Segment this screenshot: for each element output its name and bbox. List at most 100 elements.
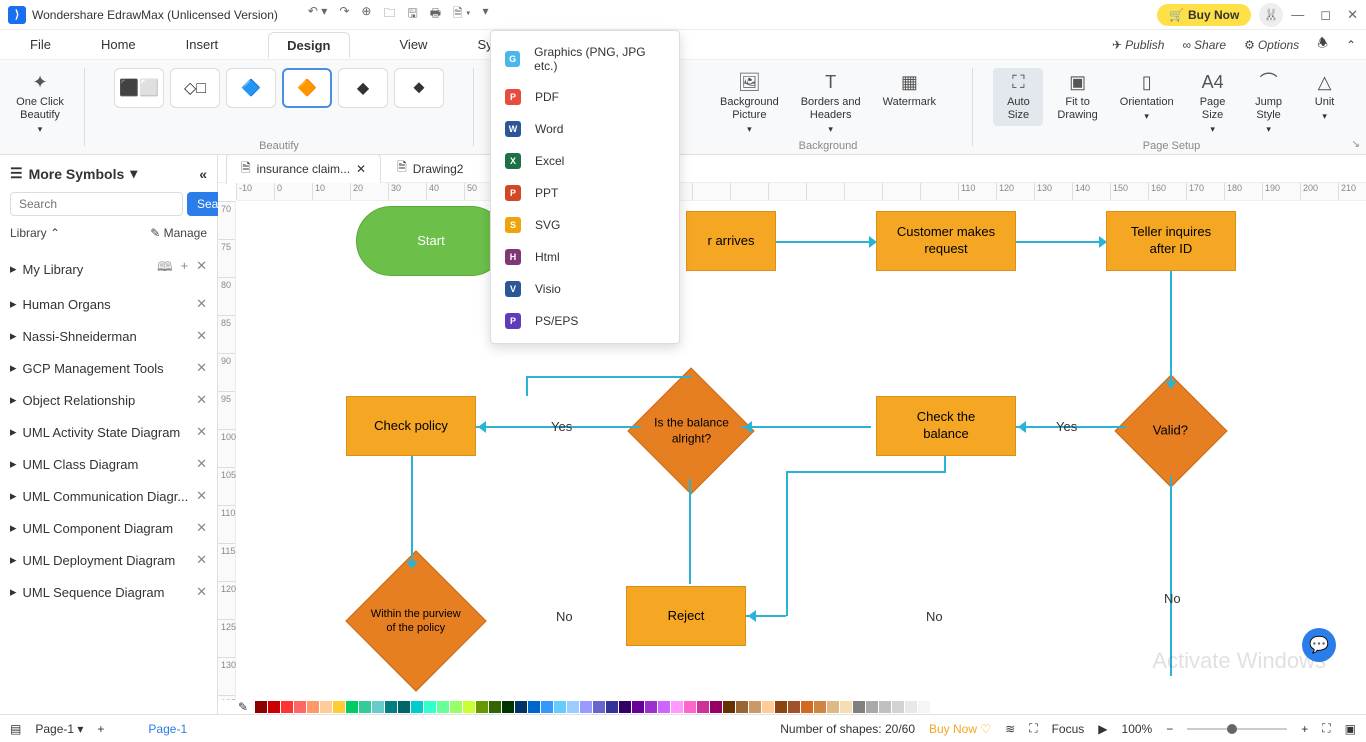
color-swatch[interactable] <box>398 701 410 713</box>
minimize-icon[interactable]: — <box>1291 7 1304 23</box>
maximize-icon[interactable]: ◻ <box>1320 7 1331 23</box>
remove-lib-icon[interactable]: ✕ <box>196 456 207 472</box>
color-swatch[interactable] <box>424 701 436 713</box>
color-swatch[interactable] <box>671 701 683 713</box>
color-swatch[interactable] <box>541 701 553 713</box>
color-swatch[interactable] <box>775 701 787 713</box>
color-swatch[interactable] <box>489 701 501 713</box>
color-swatch[interactable] <box>723 701 735 713</box>
add-page-icon[interactable]: + <box>97 722 104 736</box>
remove-lib-icon[interactable]: ✕ <box>196 328 207 344</box>
remove-lib-icon[interactable]: ✕ <box>196 584 207 600</box>
more-icon[interactable]: ▾ <box>482 4 488 25</box>
menu-file[interactable]: File <box>30 37 51 52</box>
remove-lib-icon[interactable]: ✕ <box>196 360 207 376</box>
one-click-beautify-button[interactable]: ✦ One Click Beautify ▾ <box>8 68 72 139</box>
undo-icon[interactable]: ↶ ▾ <box>308 4 327 25</box>
options-button[interactable]: ⚙ Options <box>1244 38 1299 52</box>
hamburger-icon[interactable]: ☰ <box>10 165 23 182</box>
export-item-excel[interactable]: XExcel <box>491 145 679 177</box>
fit-to-drawing-button[interactable]: ▣ Fit to Drawing <box>1049 68 1105 126</box>
export-item-graphicspngjpgetc[interactable]: GGraphics (PNG, JPG etc.) <box>491 37 679 81</box>
color-swatch[interactable] <box>710 701 722 713</box>
lib-item[interactable]: ▸Object Relationship✕ <box>0 384 217 416</box>
color-swatch[interactable] <box>658 701 670 713</box>
color-swatch[interactable] <box>892 701 904 713</box>
color-swatch[interactable] <box>580 701 592 713</box>
lib-item[interactable]: ▸UML Activity State Diagram✕ <box>0 416 217 448</box>
color-swatch[interactable] <box>385 701 397 713</box>
background-picture-button[interactable]: 🖼 Background Picture▾ <box>712 68 787 139</box>
color-swatch[interactable] <box>632 701 644 713</box>
borders-headers-button[interactable]: T Borders and Headers▾ <box>793 68 869 139</box>
new-icon[interactable]: ⊕ <box>361 4 371 25</box>
zoom-out-icon[interactable]: − <box>1166 722 1173 736</box>
color-swatch[interactable] <box>697 701 709 713</box>
style-preset-2[interactable]: ◇□ <box>170 68 220 108</box>
style-preset-6[interactable]: ⬥ <box>394 68 444 108</box>
save-icon[interactable]: 🖫 <box>407 4 417 25</box>
book-icon[interactable]: 🕮 <box>157 258 172 280</box>
plus-icon[interactable]: + <box>181 258 189 280</box>
search-input[interactable] <box>10 192 183 216</box>
color-swatch[interactable] <box>749 701 761 713</box>
jump-style-button[interactable]: ⌒ Jump Style▾ <box>1244 68 1294 139</box>
color-swatch[interactable] <box>372 701 384 713</box>
remove-lib-icon[interactable]: ✕ <box>196 424 207 440</box>
color-swatch[interactable] <box>684 701 696 713</box>
close-tab-icon[interactable]: ✕ <box>356 162 366 176</box>
color-swatch[interactable] <box>788 701 800 713</box>
dropdown-icon[interactable]: ▾ <box>130 165 137 182</box>
color-swatch[interactable] <box>307 701 319 713</box>
shape-reject[interactable]: Reject <box>626 586 746 646</box>
export-item-pseps[interactable]: PPS/EPS <box>491 305 679 337</box>
shape-balance-ok[interactable]: Is the balance alright? <box>627 367 754 494</box>
color-swatch[interactable] <box>918 701 930 713</box>
color-swatch[interactable] <box>866 701 878 713</box>
color-swatch[interactable] <box>255 701 267 713</box>
unit-button[interactable]: △ Unit▾ <box>1300 68 1350 126</box>
manage-button[interactable]: ✎ Manage <box>150 226 207 240</box>
lib-item[interactable]: ▸UML Communication Diagr...✕ <box>0 480 217 512</box>
orientation-button[interactable]: ▯ Orientation▾ <box>1112 68 1182 126</box>
lib-item[interactable]: ▸UML Component Diagram✕ <box>0 512 217 544</box>
avatar-icon[interactable]: 🐰 <box>1259 3 1283 27</box>
color-swatch[interactable] <box>645 701 657 713</box>
menu-design[interactable]: Design <box>268 32 349 58</box>
color-swatch[interactable] <box>294 701 306 713</box>
library-label[interactable]: Library ⌃ <box>10 226 60 240</box>
color-swatch[interactable] <box>333 701 345 713</box>
color-swatch[interactable] <box>606 701 618 713</box>
doc-tab-2[interactable]: 🗎 Drawing2 <box>383 155 477 183</box>
shape-valid[interactable]: Valid? <box>1114 374 1227 487</box>
color-swatch[interactable] <box>619 701 631 713</box>
color-swatch[interactable] <box>762 701 774 713</box>
publish-button[interactable]: ✈ Publish <box>1112 38 1164 52</box>
watermark-button[interactable]: ▦ Watermark <box>875 68 944 113</box>
color-swatch[interactable] <box>268 701 280 713</box>
page-size-button[interactable]: A4 Page Size▾ <box>1188 68 1238 139</box>
export-item-word[interactable]: WWord <box>491 113 679 145</box>
color-swatch[interactable] <box>476 701 488 713</box>
lib-item[interactable]: ▸GCP Management Tools✕ <box>0 352 217 384</box>
redo-icon[interactable]: ↷ <box>339 4 349 25</box>
remove-lib-icon[interactable]: ✕ <box>196 392 207 408</box>
color-swatch[interactable] <box>528 701 540 713</box>
remove-lib-icon[interactable]: ✕ <box>196 552 207 568</box>
lib-item[interactable]: ▸UML Sequence Diagram✕ <box>0 576 217 608</box>
shape-purview[interactable]: Within the purview of the policy <box>345 550 486 691</box>
color-swatch[interactable] <box>593 701 605 713</box>
color-swatch[interactable] <box>879 701 891 713</box>
color-swatch[interactable] <box>411 701 423 713</box>
color-swatch[interactable] <box>281 701 293 713</box>
share-button[interactable]: ∞ Share <box>1182 38 1226 52</box>
color-swatch[interactable] <box>554 701 566 713</box>
layers-icon[interactable]: ≋ <box>1005 722 1015 736</box>
menu-insert[interactable]: Insert <box>186 37 219 52</box>
style-preset-5[interactable]: ◆ <box>338 68 388 108</box>
color-swatch[interactable] <box>814 701 826 713</box>
shape-start[interactable]: Start <box>356 206 506 276</box>
lib-item[interactable]: ▸Human Organs✕ <box>0 288 217 320</box>
export-item-ppt[interactable]: PPPT <box>491 177 679 209</box>
export-icon[interactable]: 🗎 ▾ <box>453 4 470 25</box>
